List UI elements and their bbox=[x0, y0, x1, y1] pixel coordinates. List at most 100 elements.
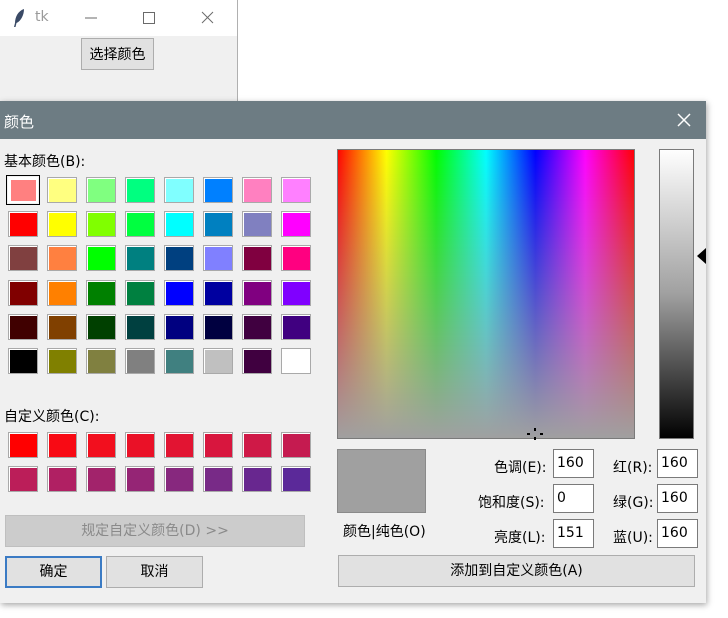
basic-color-swatch[interactable] bbox=[125, 279, 155, 306]
custom-color-swatch[interactable] bbox=[47, 432, 77, 458]
basic-color-swatch[interactable] bbox=[242, 348, 272, 374]
red-label: 红(R): bbox=[613, 460, 653, 476]
basic-color-swatch[interactable] bbox=[242, 245, 272, 272]
basic-color-swatch[interactable] bbox=[47, 313, 77, 340]
tk-feather-icon bbox=[14, 9, 24, 27]
basic-color-swatch[interactable] bbox=[164, 313, 194, 340]
basic-color-swatch[interactable] bbox=[8, 348, 38, 374]
basic-color-swatch[interactable] bbox=[164, 348, 194, 374]
basic-color-swatch[interactable] bbox=[86, 177, 116, 203]
basic-color-swatch[interactable] bbox=[164, 211, 194, 238]
custom-color-swatch[interactable] bbox=[242, 466, 272, 492]
basic-color-swatch[interactable] bbox=[86, 211, 116, 238]
basic-color-swatch[interactable] bbox=[281, 211, 311, 238]
custom-color-swatch[interactable] bbox=[281, 466, 311, 492]
basic-color-swatch[interactable] bbox=[86, 348, 116, 374]
basic-color-swatch[interactable] bbox=[86, 279, 116, 306]
basic-color-swatch[interactable] bbox=[47, 348, 77, 374]
basic-color-swatch[interactable] bbox=[281, 245, 311, 272]
custom-color-swatch[interactable] bbox=[86, 466, 116, 492]
tk-root-window: tk 选择颜色 bbox=[0, 0, 238, 102]
maximize-icon[interactable] bbox=[133, 6, 163, 30]
basic-color-swatch[interactable] bbox=[242, 177, 272, 203]
basic-color-swatch[interactable] bbox=[281, 348, 311, 374]
basic-color-swatch[interactable] bbox=[8, 313, 38, 340]
basic-color-swatch[interactable] bbox=[281, 313, 311, 340]
custom-color-swatch[interactable] bbox=[203, 432, 233, 458]
custom-color-swatch[interactable] bbox=[8, 466, 38, 492]
green-field[interactable]: 160 bbox=[657, 484, 698, 513]
basic-color-swatch[interactable] bbox=[8, 211, 38, 238]
hue-field[interactable]: 160 bbox=[553, 449, 594, 478]
custom-color-swatch[interactable] bbox=[242, 432, 272, 458]
custom-color-swatch[interactable] bbox=[125, 466, 155, 492]
basic-color-swatch[interactable] bbox=[281, 279, 311, 306]
tk-title-bar: tk bbox=[0, 0, 237, 36]
basic-color-swatch[interactable] bbox=[203, 245, 233, 272]
dialog-title-bar: 颜色 bbox=[0, 101, 706, 139]
basic-color-swatch[interactable] bbox=[8, 279, 38, 306]
color-solid-label: 颜色|纯色(O) bbox=[343, 524, 426, 540]
basic-color-swatch[interactable] bbox=[125, 245, 155, 272]
custom-colors-label: 自定义颜色(C): bbox=[4, 409, 100, 425]
custom-color-swatch[interactable] bbox=[164, 432, 194, 458]
color-spectrum[interactable] bbox=[337, 149, 635, 439]
define-custom-colors-button: 规定自定义颜色(D) >> bbox=[5, 515, 305, 547]
basic-color-swatch[interactable] bbox=[164, 279, 194, 306]
basic-color-swatch[interactable] bbox=[164, 245, 194, 272]
custom-color-swatch[interactable] bbox=[281, 432, 311, 458]
basic-color-swatch[interactable] bbox=[47, 211, 77, 238]
basic-colors-label: 基本颜色(B): bbox=[4, 154, 86, 170]
add-to-custom-colors-button[interactable]: 添加到自定义颜色(A) bbox=[338, 555, 695, 587]
dialog-close-icon[interactable] bbox=[672, 109, 696, 131]
custom-color-swatch[interactable] bbox=[47, 466, 77, 492]
basic-color-swatch[interactable] bbox=[242, 211, 272, 238]
saturation-label: 饱和度(S): bbox=[478, 495, 545, 511]
close-icon[interactable] bbox=[192, 6, 222, 30]
basic-color-swatch[interactable] bbox=[86, 245, 116, 272]
color-dialog: 颜色 基本颜色(B): 自定义颜色(C): 规定自定义颜色(D) >> 确定 取… bbox=[0, 101, 706, 603]
basic-color-swatch[interactable] bbox=[203, 177, 233, 203]
basic-color-swatch[interactable] bbox=[203, 279, 233, 306]
green-label: 绿(G): bbox=[613, 495, 654, 511]
luminance-field[interactable]: 151 bbox=[553, 519, 594, 548]
basic-color-swatch[interactable] bbox=[281, 177, 311, 203]
basic-color-swatch[interactable] bbox=[6, 175, 40, 205]
basic-color-swatch[interactable] bbox=[203, 211, 233, 238]
basic-color-swatch[interactable] bbox=[47, 279, 77, 306]
dialog-title: 颜色 bbox=[4, 113, 35, 131]
basic-color-swatch[interactable] bbox=[242, 313, 272, 340]
crosshair-icon bbox=[527, 428, 543, 440]
basic-color-swatch[interactable] bbox=[125, 177, 155, 203]
luminance-label: 亮度(L): bbox=[494, 530, 546, 546]
basic-color-swatch[interactable] bbox=[203, 348, 233, 374]
basic-color-swatch[interactable] bbox=[125, 348, 155, 374]
basic-color-swatch[interactable] bbox=[164, 177, 194, 203]
basic-color-swatch[interactable] bbox=[125, 211, 155, 238]
basic-color-swatch[interactable] bbox=[47, 177, 77, 203]
basic-color-swatch[interactable] bbox=[125, 313, 155, 340]
minimize-icon[interactable] bbox=[76, 6, 106, 30]
custom-color-swatch[interactable] bbox=[86, 432, 116, 458]
basic-color-swatch[interactable] bbox=[47, 245, 77, 272]
red-field[interactable]: 160 bbox=[657, 449, 698, 478]
hue-label: 色调(E): bbox=[494, 460, 547, 476]
custom-color-swatch[interactable] bbox=[8, 432, 38, 458]
cancel-button[interactable]: 取消 bbox=[106, 556, 203, 588]
luminance-slider[interactable] bbox=[659, 149, 694, 439]
color-preview bbox=[337, 449, 426, 513]
basic-color-swatch[interactable] bbox=[242, 279, 272, 306]
luminance-arrow-icon[interactable] bbox=[697, 248, 706, 264]
basic-color-swatch[interactable] bbox=[8, 245, 38, 272]
saturation-field[interactable]: 0 bbox=[553, 484, 594, 513]
ok-button[interactable]: 确定 bbox=[5, 556, 102, 588]
custom-color-swatch[interactable] bbox=[203, 466, 233, 492]
custom-color-swatch[interactable] bbox=[164, 466, 194, 492]
blue-field[interactable]: 160 bbox=[657, 519, 698, 548]
tk-window-title: tk bbox=[35, 9, 49, 25]
blue-label: 蓝(U): bbox=[613, 530, 653, 546]
choose-color-button[interactable]: 选择颜色 bbox=[81, 38, 154, 70]
basic-color-swatch[interactable] bbox=[203, 313, 233, 340]
custom-color-swatch[interactable] bbox=[125, 432, 155, 458]
basic-color-swatch[interactable] bbox=[86, 313, 116, 340]
